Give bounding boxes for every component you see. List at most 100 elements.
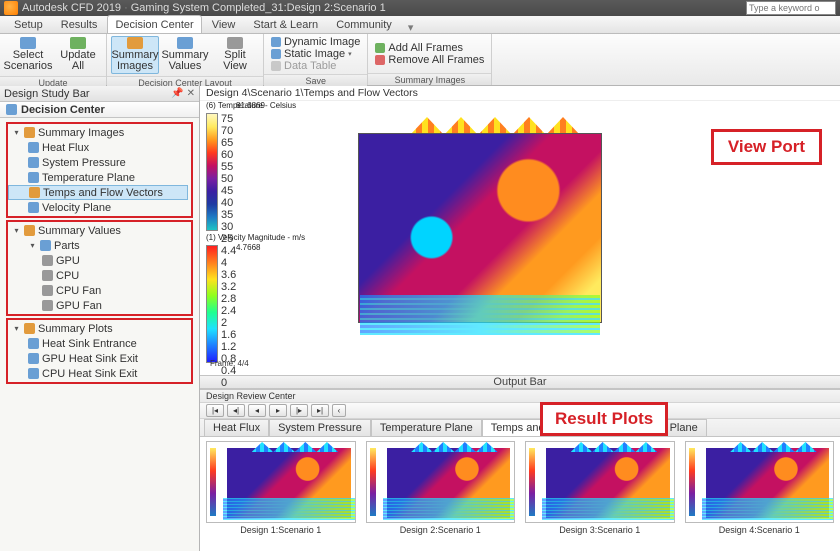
title-bar: Autodesk CFD 2019 · Gaming System Comple… <box>0 0 840 16</box>
pin-icon[interactable]: 📌 ✕ <box>171 88 195 99</box>
part-icon <box>42 255 53 266</box>
tree-part-gpu[interactable]: GPU <box>8 253 191 268</box>
design-review-center: Design Review Center |◂ ◂| ◂ ▸ |▸ ▸| ‹ R… <box>200 389 840 541</box>
ribbon-overflow-icon[interactable]: ▾ <box>408 21 420 33</box>
next-button[interactable]: |▸ <box>290 404 308 417</box>
drc-title: Design Review Center <box>200 390 840 403</box>
tree-plot-cpu-heat-sink-exit[interactable]: CPU Heat Sink Exit <box>8 366 191 381</box>
annotation-viewport: View Port <box>711 129 822 165</box>
playback-controls: |◂ ◂| ◂ ▸ |▸ ▸| ‹ <box>200 403 840 419</box>
tab-start-learn[interactable]: Start & Learn <box>245 15 326 33</box>
ribbon-group-label: Save <box>264 74 367 86</box>
plot-icon <box>28 338 39 349</box>
scroll-left-button[interactable]: ‹ <box>332 404 346 417</box>
tree-summary-values[interactable]: ▾Summary Values <box>8 223 191 238</box>
prev-button[interactable]: ◂| <box>227 404 245 417</box>
ribbon-tabs: Setup Results Decision Center View Start… <box>0 16 840 34</box>
tree-item-system-pressure[interactable]: System Pressure <box>8 155 191 170</box>
highlight-summary-values: ▾Summary Values ▾Parts GPU CPU CPU Fan G… <box>6 220 193 316</box>
vel-legend-title: (1) Velocity Magnitude - m/s <box>206 233 305 242</box>
velocity-legend: 4.443.63.22.82.421.61.20.80.40 <box>206 245 236 363</box>
highlight-summary-plots: ▾Summary Plots Heat Sink Entrance GPU He… <box>6 318 193 384</box>
ribbon-group-label: Summary Images <box>368 73 491 85</box>
folder-icon <box>24 127 35 138</box>
summary-images-button[interactable]: Summary Images <box>111 36 159 74</box>
temperature-legend: 7570656055504540353025 <box>206 113 233 231</box>
decision-center-icon <box>6 104 17 115</box>
colorbar-icon <box>206 245 218 363</box>
last-button[interactable]: ▸| <box>311 404 329 417</box>
image-icon <box>28 202 39 213</box>
image-icon <box>28 172 39 183</box>
split-view-button[interactable]: Split View <box>211 36 259 74</box>
tree-plot-heat-sink-entrance[interactable]: Heat Sink Entrance <box>8 336 191 351</box>
play-button[interactable]: ▸ <box>269 404 287 417</box>
temp-legend-max: 81.6869 <box>236 101 265 110</box>
image-icon <box>28 142 39 153</box>
ribbon-group-layout: Summary Images Summary Values Split View… <box>107 34 264 85</box>
vel-ticks: 4.443.63.22.82.421.61.20.80.40 <box>221 245 236 363</box>
drc-tabs: Result Plots Heat Flux System Pressure T… <box>200 419 840 437</box>
tab-setup[interactable]: Setup <box>6 15 51 33</box>
tree: ▾Summary Images Heat Flux System Pressur… <box>0 118 199 390</box>
ribbon: Select Scenarios Update All Update Summa… <box>0 34 840 86</box>
thumb-design-1[interactable]: Design 1:Scenario 1 <box>206 441 356 541</box>
part-icon <box>42 300 53 311</box>
tree-summary-plots[interactable]: ▾Summary Plots <box>8 321 191 336</box>
output-bar[interactable]: Output Bar <box>200 375 840 389</box>
document-title: Gaming System Completed_31:Design 2:Scen… <box>131 2 386 14</box>
play-back-button[interactable]: ◂ <box>248 404 266 417</box>
tree-item-temperature-plane[interactable]: Temperature Plane <box>8 170 191 185</box>
add-all-frames-button[interactable]: Add All Frames <box>372 42 466 54</box>
ribbon-group-update: Select Scenarios Update All Update <box>0 34 107 85</box>
simulation-render <box>350 111 610 341</box>
viewport-title: Design 4\Scenario 1\Temps and Flow Vecto… <box>200 86 840 101</box>
app-logo-icon <box>4 1 18 15</box>
tree-item-heat-flux[interactable]: Heat Flux <box>8 140 191 155</box>
summary-values-button[interactable]: Summary Values <box>161 36 209 74</box>
thumb-design-3[interactable]: Design 3:Scenario 1 <box>525 441 675 541</box>
plot-icon <box>28 368 39 379</box>
temp-ticks: 7570656055504540353025 <box>221 113 233 231</box>
data-table-button[interactable]: Data Table <box>268 60 339 72</box>
frame-counter: Frame: 4/4 <box>210 359 249 368</box>
parts-icon <box>40 240 51 251</box>
tab-results[interactable]: Results <box>53 15 106 33</box>
tree-part-cpu-fan[interactable]: CPU Fan <box>8 283 191 298</box>
highlight-summary-images: ▾Summary Images Heat Flux System Pressur… <box>6 122 193 218</box>
tree-part-cpu[interactable]: CPU <box>8 268 191 283</box>
tree-item-velocity-plane[interactable]: Velocity Plane <box>8 200 191 215</box>
first-button[interactable]: |◂ <box>206 404 224 417</box>
keyword-search-input[interactable] <box>746 1 836 15</box>
colorbar-icon <box>206 113 218 231</box>
thumb-design-4[interactable]: Design 4:Scenario 1 <box>685 441 835 541</box>
tree-part-gpu-fan[interactable]: GPU Fan <box>8 298 191 313</box>
content-area: Design 4\Scenario 1\Temps and Flow Vecto… <box>200 86 840 551</box>
dtab-system-pressure[interactable]: System Pressure <box>269 419 371 436</box>
plot-icon <box>28 353 39 364</box>
panel-title: Design Study Bar 📌 ✕ <box>0 86 199 102</box>
image-icon <box>28 157 39 168</box>
dynamic-image-button[interactable]: Dynamic Image <box>268 36 363 48</box>
ribbon-group-frames: Add All Frames Remove All Frames Summary… <box>368 34 492 85</box>
static-image-button[interactable]: Static Image▾ <box>268 48 355 60</box>
tab-community[interactable]: Community <box>328 15 400 33</box>
viewport[interactable]: View Port (6) Temperature - Celsius 81.6… <box>200 101 840 375</box>
update-all-button[interactable]: Update All <box>54 36 102 74</box>
annotation-result-plots: Result Plots <box>540 402 668 436</box>
tree-plot-gpu-heat-sink-exit[interactable]: GPU Heat Sink Exit <box>8 351 191 366</box>
part-icon <box>42 285 53 296</box>
thumb-design-2[interactable]: Design 2:Scenario 1 <box>366 441 516 541</box>
tree-parts[interactable]: ▾Parts <box>8 238 191 253</box>
tree-item-temps-flow-vectors[interactable]: Temps and Flow Vectors <box>8 185 188 200</box>
select-scenarios-button[interactable]: Select Scenarios <box>4 36 52 74</box>
tree-summary-images[interactable]: ▾Summary Images <box>8 125 191 140</box>
tab-view[interactable]: View <box>204 15 244 33</box>
dtab-heat-flux[interactable]: Heat Flux <box>204 419 269 436</box>
product-name: Autodesk CFD 2019 <box>22 2 121 14</box>
folder-icon <box>24 323 35 334</box>
remove-all-frames-button[interactable]: Remove All Frames <box>372 54 487 66</box>
dtab-temperature-plane[interactable]: Temperature Plane <box>371 419 482 436</box>
tab-decision-center[interactable]: Decision Center <box>107 15 201 33</box>
panel-header[interactable]: Decision Center <box>0 102 199 118</box>
